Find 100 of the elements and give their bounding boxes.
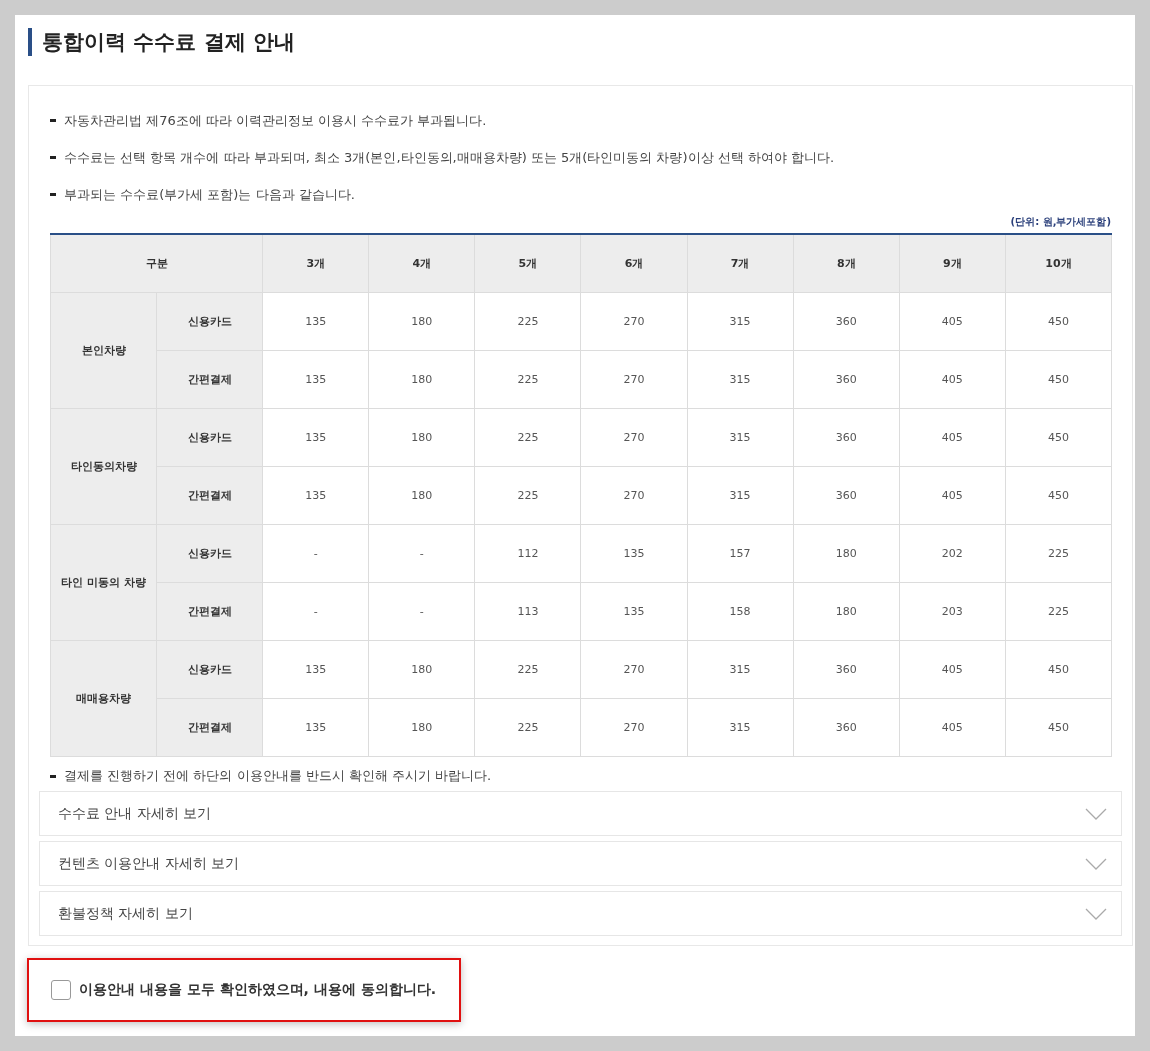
table-cell: 450	[1005, 408, 1112, 467]
chevron-icon	[1085, 907, 1107, 920]
table-cell: 360	[793, 640, 900, 699]
notice-text: 수수료는 선택 항목 개수에 따라 부과되며, 최소 3개(본인,타인동의,매매용차량) 또는 5개(타인미동의 차량)이상 선택 하여야 합니다.	[64, 148, 835, 167]
table-cell: 315	[687, 350, 794, 409]
table-cell: 225	[474, 640, 581, 699]
header-cell: 6개	[580, 234, 688, 293]
table-cell: -	[262, 582, 369, 641]
table-cell: -	[368, 582, 475, 641]
table-cell: 405	[899, 698, 1006, 757]
agreement-label: 이용안내 내용을 모두 확인하였으며, 내용에 동의합니다.	[79, 981, 436, 999]
table-cell: -	[368, 524, 475, 583]
notice-text: 결제를 진행하기 전에 하단의 이용안내를 반드시 확인해 주시기 바랍니다.	[64, 767, 492, 785]
table-cell: 135	[262, 408, 369, 467]
header-cell: 10개	[1005, 234, 1112, 293]
table-cell: 135	[262, 350, 369, 409]
table-cell: 450	[1005, 698, 1112, 757]
table-cell: 360	[793, 292, 900, 351]
table-cell: 270	[580, 408, 688, 467]
table-cell: 135	[580, 524, 688, 583]
header-cell: 3개	[262, 234, 369, 293]
table-cell: 270	[580, 350, 688, 409]
unit-note: (단위: 원,부가세포함)	[1010, 215, 1111, 229]
table-cell: 135	[262, 640, 369, 699]
type-cell: 간편결제	[156, 582, 263, 641]
table-cell: 225	[474, 408, 581, 467]
table-cell: 180	[793, 524, 900, 583]
checkbox[interactable]	[51, 980, 71, 1000]
group-cell: 매매용차량	[50, 640, 157, 757]
table-cell: 180	[368, 698, 475, 757]
table-cell: 315	[687, 292, 794, 351]
table-cell: 135	[262, 698, 369, 757]
table-cell: 450	[1005, 640, 1112, 699]
table-cell: 360	[793, 408, 900, 467]
table-cell: 112	[474, 524, 581, 583]
table-cell: 225	[474, 466, 581, 525]
header-cell: 9개	[899, 234, 1006, 293]
header-cell: 7개	[687, 234, 794, 293]
table-cell: 180	[368, 292, 475, 351]
table-cell: 180	[368, 350, 475, 409]
notice-text: 부과되는 수수료(부가세 포함)는 다음과 같습니다.	[64, 185, 355, 204]
table-cell: 315	[687, 698, 794, 757]
table-cell: 180	[368, 408, 475, 467]
table-cell: 225	[1005, 524, 1112, 583]
type-cell: 간편결제	[156, 466, 263, 525]
table-cell: 135	[262, 466, 369, 525]
table-cell: 450	[1005, 292, 1112, 351]
table-cell: 270	[580, 698, 688, 757]
table-cell: 405	[899, 292, 1006, 351]
notice-text: 자동차관리법 제76조에 따라 이력관리정보 이용시 수수료가 부과됩니다.	[64, 111, 487, 130]
table-cell: 225	[1005, 582, 1112, 641]
table-cell: 360	[793, 698, 900, 757]
table-cell: 360	[793, 466, 900, 525]
table-cell: 225	[474, 292, 581, 351]
table-cell: 180	[368, 466, 475, 525]
table-cell: 135	[262, 292, 369, 351]
type-cell: 간편결제	[156, 350, 263, 409]
accordion-header[interactable]: 수수료 안내 자세히 보기	[39, 791, 1122, 836]
table-cell: 180	[368, 640, 475, 699]
type-cell: 신용카드	[156, 292, 263, 351]
type-cell: 간편결제	[156, 698, 263, 757]
table-cell: 315	[687, 640, 794, 699]
group-cell: 본인차량	[50, 292, 157, 409]
type-cell: 신용카드	[156, 408, 263, 467]
type-cell: 신용카드	[156, 524, 263, 583]
header-cell: 8개	[793, 234, 900, 293]
dash-icon	[50, 156, 56, 159]
table-cell: 225	[474, 698, 581, 757]
table-cell: 315	[687, 466, 794, 525]
accordion-header[interactable]: 환불정책 자세히 보기	[39, 891, 1122, 936]
table-cell: 405	[899, 466, 1006, 525]
table-cell: 270	[580, 640, 688, 699]
accordion-header[interactable]: 컨텐츠 이용안내 자세히 보기	[39, 841, 1122, 886]
table-cell: 450	[1005, 350, 1112, 409]
table-cell: -	[262, 524, 369, 583]
table-cell: 270	[580, 292, 688, 351]
header-cell: 5개	[474, 234, 581, 293]
chevron-icon	[1085, 857, 1107, 870]
page-title: 통합이력 수수료 결제 안내	[28, 28, 295, 56]
header-cell: 4개	[368, 234, 475, 293]
table-cell: 158	[687, 582, 794, 641]
table-cell: 450	[1005, 466, 1112, 525]
table-cell: 315	[687, 408, 794, 467]
group-cell: 타인 미동의 차량	[50, 524, 157, 641]
table-cell: 203	[899, 582, 1006, 641]
table-cell: 405	[899, 408, 1006, 467]
table-cell: 113	[474, 582, 581, 641]
type-cell: 신용카드	[156, 640, 263, 699]
dash-icon	[50, 119, 56, 122]
header-cell: 구분	[50, 234, 263, 293]
table-cell: 225	[474, 350, 581, 409]
group-cell: 타인동의차량	[50, 408, 157, 525]
chevron-icon	[1085, 807, 1107, 820]
table-cell: 405	[899, 350, 1006, 409]
table-cell: 202	[899, 524, 1006, 583]
dash-icon	[50, 774, 56, 778]
table-cell: 270	[580, 466, 688, 525]
table-cell: 180	[793, 582, 900, 641]
table-cell: 157	[687, 524, 794, 583]
dash-icon	[50, 193, 56, 196]
